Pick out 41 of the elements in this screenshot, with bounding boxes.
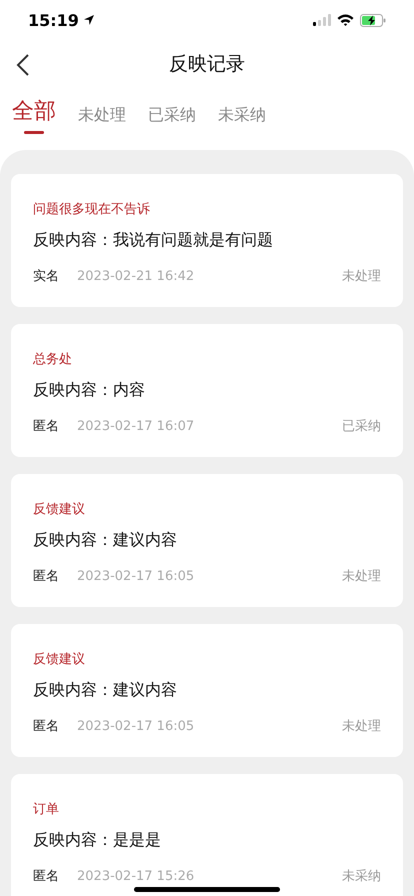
- record-status: 已采纳: [342, 418, 381, 435]
- record-time: 2023-02-17 16:05: [77, 568, 196, 584]
- record-time: 2023-02-17 16:07: [77, 418, 196, 434]
- record-card[interactable]: 总务处 反映内容：内容 匿名 2023-02-17 16:07 已采纳: [11, 324, 403, 457]
- identity-label: 匿名: [33, 418, 59, 435]
- page-title: 反映记录: [169, 52, 245, 77]
- record-category: 订单: [33, 801, 60, 818]
- identity-label: 匿名: [33, 868, 59, 885]
- record-content: 反映内容：是是是: [33, 830, 162, 851]
- identity-label: 匿名: [33, 568, 59, 585]
- identity-label: 匿名: [33, 718, 59, 735]
- record-card[interactable]: 问题很多现在不告诉 反映内容：我说有问题就是有问题 实名 2023-02-21 16:42 未处理: [11, 174, 403, 307]
- record-card[interactable]: 订单 反映内容：是是是 匿名 2023-02-17 15:26 未采纳: [11, 774, 403, 896]
- record-category: 总务处: [33, 351, 73, 368]
- record-status: 未处理: [342, 568, 381, 585]
- filter-tab[interactable]: 已采纳: [148, 105, 196, 134]
- record-content: 反映内容：我说有问题就是有问题: [33, 230, 274, 251]
- wifi-icon: [337, 14, 354, 26]
- record-time: 2023-02-21 16:42: [77, 268, 196, 284]
- filter-tab[interactable]: 未处理: [78, 105, 126, 134]
- record-status: 未处理: [342, 268, 381, 285]
- record-content: 反映内容：建议内容: [33, 530, 178, 551]
- record-status: 未处理: [342, 718, 381, 735]
- signal-icon: [313, 14, 331, 26]
- record-content: 反映内容：建议内容: [33, 680, 178, 701]
- record-category: 问题很多现在不告诉: [33, 201, 151, 218]
- filter-tab[interactable]: 未采纳: [218, 105, 266, 134]
- record-content: 反映内容：内容: [33, 380, 146, 401]
- record-category: 反馈建议: [33, 651, 86, 668]
- filter-tab[interactable]: 全部: [12, 96, 56, 134]
- record-category: 反馈建议: [33, 501, 86, 518]
- record-time: 2023-02-17 16:05: [77, 718, 196, 734]
- battery-charging-icon: [360, 14, 386, 26]
- identity-label: 实名: [33, 268, 59, 285]
- status-time: 15:19: [28, 10, 95, 30]
- location-arrow-icon: [82, 14, 95, 26]
- back-icon[interactable]: [16, 53, 30, 77]
- record-card[interactable]: 反馈建议 反映内容：建议内容 匿名 2023-02-17 16:05 未处理: [11, 624, 403, 757]
- record-time: 2023-02-17 15:26: [77, 868, 196, 884]
- record-status: 未采纳: [342, 868, 381, 885]
- record-card[interactable]: 反馈建议 反映内容：建议内容 匿名 2023-02-17 16:05 未处理: [11, 474, 403, 607]
